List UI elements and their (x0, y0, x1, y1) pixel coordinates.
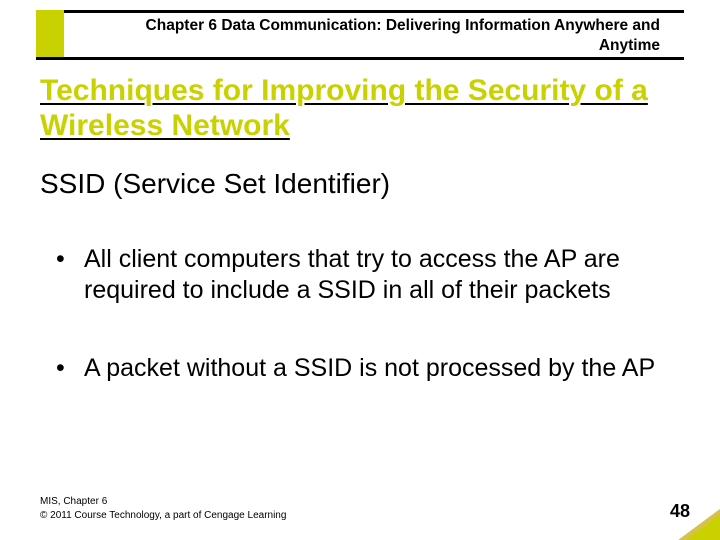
header-bar: Chapter 6 Data Communication: Delivering… (36, 10, 684, 60)
bullet-list: All client computers that try to access … (56, 244, 672, 432)
footer-line-1: MIS, Chapter 6 (40, 495, 286, 509)
list-item: All client computers that try to access … (56, 244, 672, 305)
slide-title: Techniques for Improving the Security of… (40, 74, 660, 143)
footer-corner-accent (610, 480, 720, 540)
header-accent-tab (36, 10, 64, 57)
page-number: 48 (670, 501, 690, 522)
list-item: A packet without a SSID is not processed… (56, 353, 672, 384)
chapter-label: Chapter 6 Data Communication: Delivering… (100, 16, 660, 56)
slide-subheading: SSID (Service Set Identifier) (40, 168, 660, 200)
footer-line-2: © 2011 Course Technology, a part of Ceng… (40, 509, 286, 523)
footer-text: MIS, Chapter 6 © 2011 Course Technology,… (40, 495, 286, 522)
header-top-rule (36, 10, 684, 13)
